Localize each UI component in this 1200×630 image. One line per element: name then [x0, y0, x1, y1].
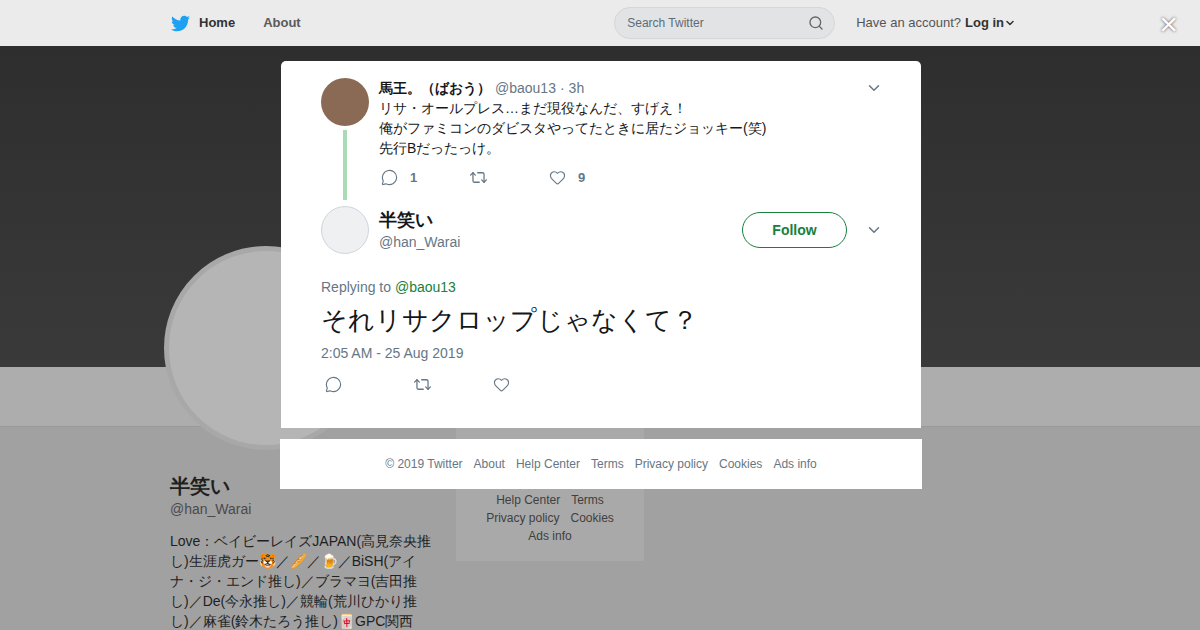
footer-link[interactable]: Cookies: [571, 509, 614, 527]
login-button[interactable]: Log in: [965, 13, 1004, 33]
footer-link[interactable]: Terms: [571, 491, 604, 509]
account-prompt: Have an account?Log in: [856, 13, 1016, 33]
chevron-icon[interactable]: [865, 79, 883, 97]
retweet-button[interactable]: [413, 375, 493, 394]
mention-link[interactable]: @baou13: [395, 279, 456, 295]
heart-icon: [493, 376, 510, 393]
close-button[interactable]: ×: [1159, 6, 1178, 42]
footer-link[interactable]: Help Center: [516, 455, 580, 473]
profile-bio: Love：ベイビーレイズJAPAN(高見奈央推し)生涯虎ガー🐯／🥖／🍺／BiSH…: [170, 531, 432, 630]
nav-item[interactable]: About: [263, 13, 301, 33]
author-name[interactable]: 半笑い: [379, 208, 742, 232]
tweet-modal: 馬王。（ばおう）@baou13·3hリサ・オールプレス…まだ現役なんだ、すげえ！…: [281, 61, 921, 428]
parent-avatar[interactable]: [321, 78, 369, 126]
reply-count: 1: [410, 168, 417, 188]
heart-icon: [549, 169, 566, 186]
follow-button[interactable]: Follow: [742, 212, 847, 248]
tweet-time[interactable]: 3h: [569, 78, 585, 99]
tweet-actions: 19: [381, 168, 881, 188]
profile-handle: @han_Warai: [170, 499, 432, 519]
parent-tweet-text: リサ・オールプレス…まだ現役なんだ、すげえ！俺がファミコンのダビスタやってたとき…: [379, 98, 881, 158]
footer-link[interactable]: Help Center: [496, 491, 560, 509]
tweet-actions: [325, 375, 881, 394]
reply-button[interactable]: 1: [381, 168, 469, 188]
like-button[interactable]: 9: [549, 168, 585, 188]
tweet-text: それリサクロップじゃなくて？: [321, 303, 881, 337]
footer-link[interactable]: Ads info: [773, 455, 816, 473]
nav-item[interactable]: Home: [199, 13, 235, 33]
retweet-icon: [469, 168, 488, 187]
main-tweet: 半笑い@han_WaraiFollow Replying to @baou13 それ…: [321, 206, 881, 394]
like-button[interactable]: [493, 376, 510, 393]
retweet-button[interactable]: [469, 168, 549, 187]
tweet-timestamp[interactable]: 2:05 AM - 25 Aug 2019: [321, 343, 881, 363]
like-count: 9: [578, 168, 585, 188]
reply-icon: [325, 376, 342, 393]
reply-button[interactable]: [325, 376, 413, 393]
footer-link[interactable]: About: [474, 455, 505, 473]
footer-link[interactable]: Privacy policy: [635, 455, 708, 473]
author-handle[interactable]: @han_Warai: [379, 232, 742, 252]
retweet-icon: [413, 375, 432, 394]
footer-link[interactable]: Terms: [591, 455, 624, 473]
parent-tweet: 馬王。（ばおう）@baou13·3hリサ・オールプレス…まだ現役なんだ、すげえ！…: [321, 78, 881, 200]
caret-icon: [1004, 17, 1016, 29]
modal-footer: © 2019 Twitter About Help Center Terms Priva…: [280, 439, 922, 489]
copyright: © 2019 Twitter: [385, 455, 462, 473]
author-avatar[interactable]: [321, 206, 369, 254]
top-nav: Home About Search Twitter Have an account?L…: [0, 0, 1200, 46]
reply-icon: [381, 169, 398, 186]
thread-line: [343, 130, 347, 200]
author-handle[interactable]: @baou13: [495, 78, 556, 99]
footer-link[interactable]: Ads info: [528, 527, 571, 545]
author-name[interactable]: 馬王。（ばおう）: [379, 78, 491, 99]
search-field[interactable]: Search Twitter: [614, 7, 835, 39]
twitter-logo-icon[interactable]: [171, 14, 190, 33]
search-icon[interactable]: [808, 15, 824, 31]
footer-link[interactable]: Privacy policy: [486, 509, 559, 527]
replying-to: Replying to @baou13: [321, 277, 881, 297]
footer-link[interactable]: Cookies: [719, 455, 762, 473]
chevron-icon[interactable]: [865, 221, 883, 239]
page: Home About Search Twitter Have an account?L…: [0, 0, 1200, 630]
